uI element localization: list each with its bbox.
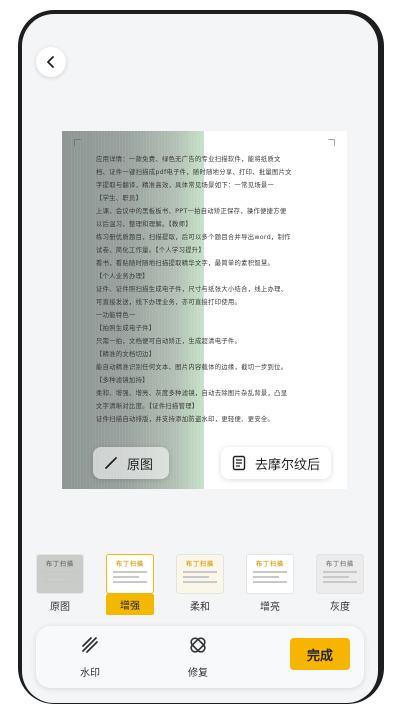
repair-icon	[190, 637, 206, 653]
original-compare-chip[interactable]: 原图	[93, 447, 169, 479]
document-line: 能自动精准识别任何文本、图片内容载体的边缘，截切一步到位。	[96, 364, 288, 371]
document-line: 证件扫描自动排版，并支持添加防盗水印，更轻便、更安全。	[96, 416, 275, 423]
done-button[interactable]: 完成	[290, 638, 350, 670]
filter-brighten[interactable]: 布丁扫描 增亮	[245, 554, 295, 613]
document-line: 柔和、增强、增亮、灰度多种滤镜，自动去除图片杂乱背景，凸显	[96, 390, 288, 397]
filter-thumb: 布丁扫描	[36, 554, 84, 594]
back-button[interactable]	[36, 47, 66, 77]
filter-thumb: 布丁扫描	[106, 554, 154, 594]
filter-label: 增强	[106, 594, 154, 615]
filter-soft[interactable]: 布丁扫描 柔和	[175, 554, 225, 613]
filter-thumb-title: 布丁扫描	[255, 561, 284, 568]
original-compare-label: 原图	[127, 457, 154, 473]
filter-thumb: 布丁扫描	[176, 554, 224, 594]
document-line: 【多种滤镜加持】	[96, 377, 149, 384]
document-line: 试卷、简化工作量。【个人学习提升】	[96, 247, 205, 254]
document-line: 证件、证件照扫描生成电子件，尺寸与纸张大小结合，线上办理、	[96, 286, 288, 293]
document-line: 字提取与翻译，精准高效，具体常见场景如下：一常见场景一	[96, 182, 275, 189]
filter-grayscale[interactable]: 布丁扫描 灰度	[315, 554, 365, 613]
filter-thumb-title: 布丁扫描	[325, 561, 354, 568]
filter-thumb-title: 布丁扫描	[115, 561, 144, 568]
document-line: 文字清晰对比度。【证件扫描管理】	[96, 403, 199, 410]
document-line: 上课、会议中的黑板板书、PPT一拍自动矫正保存，操作便捷方便	[96, 208, 287, 215]
document-icon	[231, 455, 247, 471]
filter-label: 原图	[50, 602, 70, 613]
watermark-label: 水印	[80, 668, 100, 679]
filter-original[interactable]: 布丁扫描 原图	[35, 554, 85, 613]
pen-icon	[103, 455, 119, 471]
document-line: 【学生、职员】	[96, 195, 143, 202]
filter-strip: 布丁扫描 原图 布丁扫描 增强 布丁扫描 柔和 布丁扫描 增亮 布丁扫描 灰度	[22, 554, 378, 615]
document-line: 只需一拍，文档便可自动矫正，生成超清电子件。	[96, 338, 242, 345]
filter-thumb-title: 布丁扫描	[45, 561, 74, 568]
filter-label: 增亮	[260, 602, 280, 613]
document-line: 档、证件一键扫描成pdf电子件，随时随地分享、打印、批量图片文	[96, 169, 292, 176]
document-line: 【个人业务办理】	[96, 273, 149, 280]
document-line: 应用详情：一款免费、绿色无广告的专业扫描软件，能将纸质文	[96, 156, 281, 163]
watermark-button[interactable]: 水印	[64, 634, 116, 679]
repair-button[interactable]: 修复	[172, 634, 224, 679]
document-line: 【精准的文档切边】	[96, 351, 156, 358]
filter-thumb-title: 布丁扫描	[185, 561, 214, 568]
document-line: 【拍照生成电子件】	[96, 325, 156, 332]
repair-label: 修复	[188, 668, 208, 679]
crop-corner-top-left	[74, 139, 81, 146]
document-preview: 应用详情：一款免费、绿色无广告的专业扫描软件，能将纸质文 档、证件一键扫描成pd…	[62, 131, 347, 489]
chevron-left-icon	[47, 56, 54, 68]
document-line: 一功能特色一	[96, 312, 136, 319]
filter-label: 柔和	[190, 602, 210, 613]
filter-thumb: 布丁扫描	[246, 554, 294, 594]
bottom-toolbar: 水印 修复 完成	[36, 626, 364, 688]
filter-thumb: 布丁扫描	[316, 554, 364, 594]
after-compare-label: 去摩尔纹后	[255, 457, 321, 473]
watermark-icon	[82, 637, 98, 653]
filter-label: 灰度	[330, 602, 350, 613]
document-line: 以后温习、整理和理解。【教师】	[96, 221, 192, 228]
document-line: 看书，看贴随时随地扫描提取精华文字，最简单的素积智慧。	[96, 260, 275, 267]
document-text: 应用详情：一款免费、绿色无广告的专业扫描软件，能将纸质文 档、证件一键扫描成pd…	[96, 153, 333, 426]
after-compare-chip[interactable]: 去摩尔纹后	[221, 447, 331, 479]
document-line: 可直接发送，线下办理业务，亦可直接打印使用。	[96, 299, 242, 306]
document-line: 练习册优质题目，扫描提取，后可以多个题目合并导出word，制作	[96, 234, 291, 241]
filter-enhance[interactable]: 布丁扫描 增强	[105, 554, 155, 615]
crop-corner-top-right	[328, 139, 335, 146]
app-screen: 应用详情：一款免费、绿色无广告的专业扫描软件，能将纸质文 档、证件一键扫描成pd…	[22, 14, 378, 703]
